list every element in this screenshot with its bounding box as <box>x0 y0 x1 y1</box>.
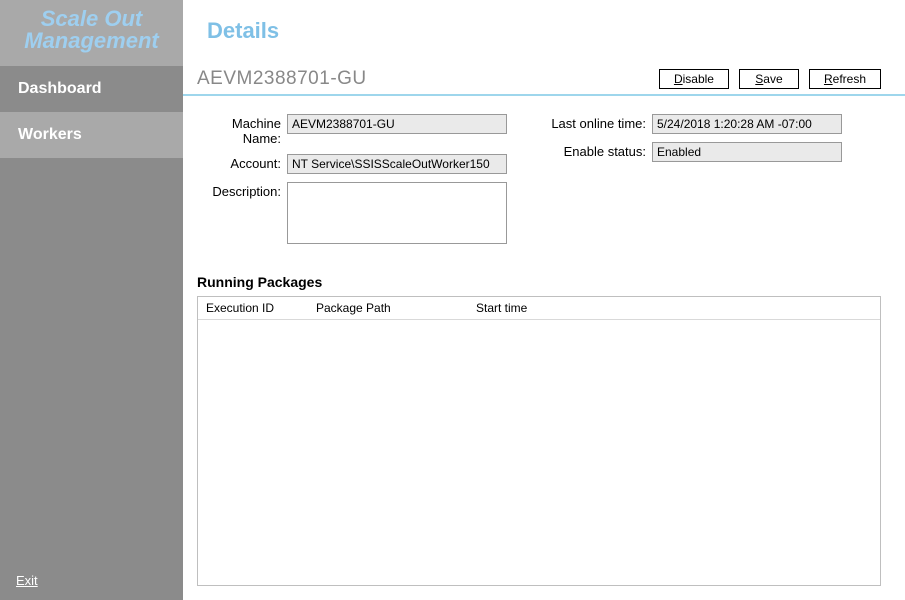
sidebar: Scale Out Management Dashboard Workers E… <box>0 0 183 600</box>
col-spacer <box>588 297 880 319</box>
exit-label: Exit <box>16 573 38 588</box>
account-field[interactable] <box>287 154 507 174</box>
row-description: Description: <box>197 182 507 244</box>
machine-name-field[interactable] <box>287 114 507 134</box>
exit-link[interactable]: Exit <box>0 565 183 600</box>
last-online-field[interactable] <box>652 114 842 134</box>
disable-mnemonic: D <box>674 72 683 86</box>
form-col-right: Last online time: Enable status: <box>547 114 842 244</box>
refresh-button[interactable]: Refresh <box>809 69 881 89</box>
app-title-line1: Scale Out <box>8 8 175 30</box>
sidebar-spacer <box>0 158 183 565</box>
save-rest: ave <box>763 72 782 86</box>
sidebar-item-dashboard[interactable]: Dashboard <box>0 66 183 112</box>
main-header: Details <box>183 0 905 64</box>
row-account: Account: <box>197 154 507 174</box>
col-execution-id[interactable]: Execution ID <box>198 297 308 319</box>
sidebar-item-label: Workers <box>18 126 82 143</box>
action-buttons: Disable Save Refresh <box>659 69 881 89</box>
save-button[interactable]: Save <box>739 69 799 89</box>
worker-id: AEVM2388701-GU <box>197 68 659 90</box>
app-title: Scale Out Management <box>0 0 183 66</box>
page-title: Details <box>207 18 905 44</box>
main-panel: Details AEVM2388701-GU Disable Save Refr… <box>183 0 905 600</box>
sidebar-nav: Dashboard Workers <box>0 66 183 158</box>
app-title-line2: Management <box>8 30 175 52</box>
form-col-left: Machine Name: Account: Description: <box>197 114 507 244</box>
row-last-online: Last online time: <box>547 114 842 134</box>
description-label: Description: <box>197 182 287 199</box>
machine-name-label: Machine Name: <box>197 114 287 146</box>
row-enable-status: Enable status: <box>547 142 842 162</box>
description-field[interactable] <box>287 182 507 244</box>
running-packages-table: Execution ID Package Path Start time <box>197 296 881 586</box>
account-label: Account: <box>197 154 287 171</box>
table-header: Execution ID Package Path Start time <box>198 297 880 320</box>
worker-title-row: AEVM2388701-GU Disable Save Refresh <box>183 64 905 96</box>
app-root: Scale Out Management Dashboard Workers E… <box>0 0 905 600</box>
section-details: AEVM2388701-GU Disable Save Refresh Mach… <box>183 64 905 586</box>
enable-status-field[interactable] <box>652 142 842 162</box>
form-grid: Machine Name: Account: Description: Last <box>197 114 881 244</box>
enable-status-label: Enable status: <box>547 142 652 159</box>
sidebar-item-workers[interactable]: Workers <box>0 112 183 158</box>
sidebar-item-label: Dashboard <box>18 80 102 97</box>
disable-button[interactable]: Disable <box>659 69 729 89</box>
row-machine-name: Machine Name: <box>197 114 507 146</box>
last-online-label: Last online time: <box>547 114 652 131</box>
refresh-rest: efresh <box>833 72 866 86</box>
running-packages: Running Packages Execution ID Package Pa… <box>197 274 881 586</box>
disable-rest: isable <box>683 72 714 86</box>
col-package-path[interactable]: Package Path <box>308 297 468 319</box>
refresh-mnemonic: R <box>824 72 833 86</box>
col-start-time[interactable]: Start time <box>468 297 588 319</box>
running-packages-title: Running Packages <box>197 274 881 290</box>
